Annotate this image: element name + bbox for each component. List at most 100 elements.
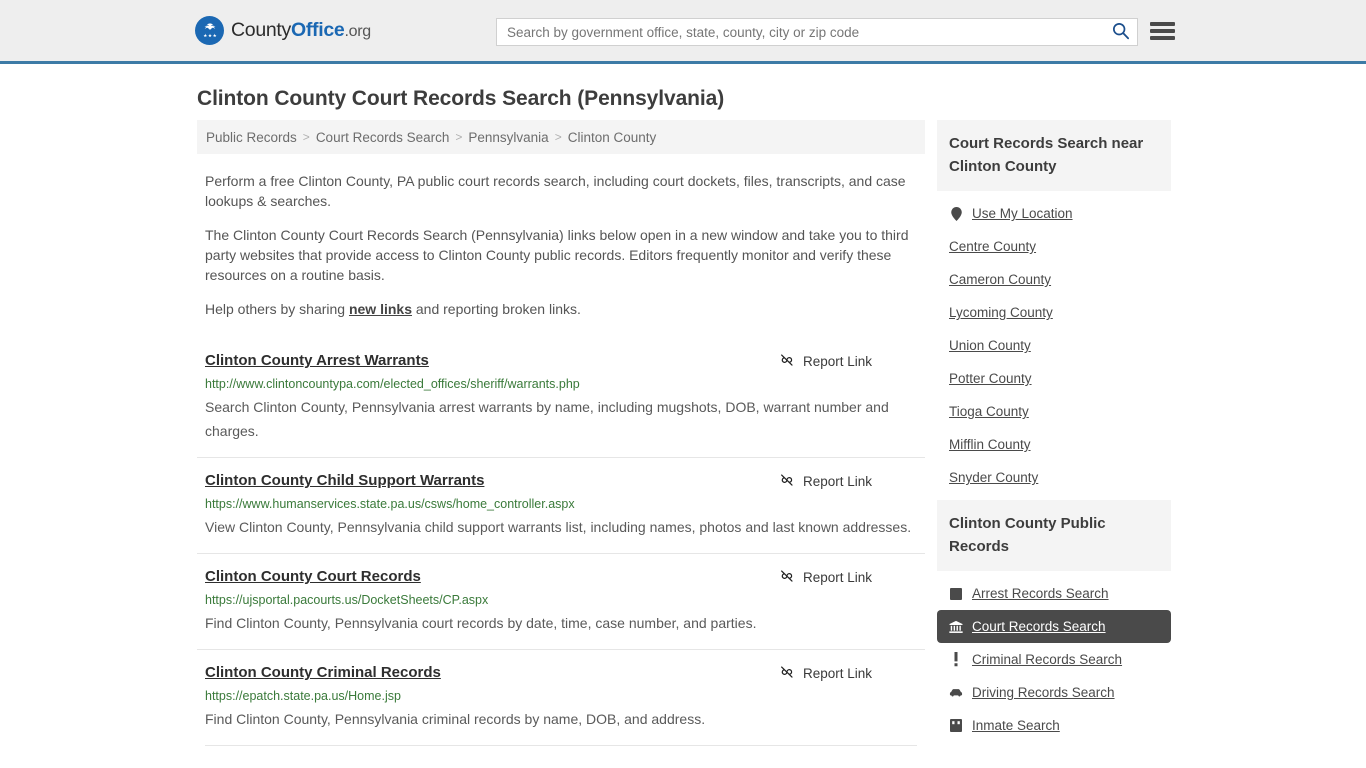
- result-title-link[interactable]: Clinton County Criminal Records: [205, 663, 441, 682]
- hamburger-menu-icon[interactable]: [1150, 20, 1175, 42]
- sidebar-item-lycoming-county[interactable]: Lycoming County: [937, 296, 1171, 329]
- sidebar-item-label: Mifflin County: [949, 437, 1031, 452]
- nearby-panel-list: Use My Location Centre County Cameron Co…: [937, 191, 1171, 494]
- sidebar-item-tioga-county[interactable]: Tioga County: [937, 395, 1171, 428]
- public-records-panel-list: Arrest Records Search Court Records Sear…: [937, 571, 1171, 742]
- report-link-label: Report Link: [802, 570, 872, 585]
- eagle-shield-icon: [195, 16, 224, 45]
- sidebar-item-union-county[interactable]: Union County: [937, 329, 1171, 362]
- report-link-label: Report Link: [802, 474, 872, 489]
- result-description: View Clinton County, Pennsylvania child …: [205, 519, 912, 535]
- result-item: Clinton County Arrest Warrants Report Li…: [197, 341, 925, 457]
- public-records-panel-heading: Clinton County Public Records: [937, 500, 1171, 571]
- report-link-label: Report Link: [802, 354, 872, 369]
- sidebar-item-label: Tioga County: [949, 404, 1029, 419]
- result-item: Clinton County Court Records Report Link…: [197, 553, 925, 649]
- sidebar-item-label: Lycoming County: [949, 305, 1053, 320]
- result-description: Find Clinton County, Pennsylvania crimin…: [205, 711, 706, 727]
- hamburger-bar-1: [1150, 22, 1175, 26]
- result-header: Clinton County Child Support Warrants Re…: [205, 471, 917, 491]
- intro-section: Perform a free Clinton County, PA public…: [197, 171, 925, 319]
- breadcrumb-item-public-records[interactable]: Public Records: [206, 130, 297, 145]
- intro-paragraph-3: Help others by sharing new links and rep…: [205, 299, 917, 319]
- nearby-panel-heading: Court Records Search near Clinton County: [937, 120, 1171, 191]
- map-pin-icon: [949, 206, 963, 221]
- broken-link-icon: [779, 664, 795, 683]
- breadcrumb-separator-2: >: [455, 130, 463, 144]
- car-icon: [949, 686, 963, 700]
- sidebar-item-court-records-search[interactable]: Court Records Search: [937, 610, 1171, 643]
- sidebar-item-label: Potter County: [949, 371, 1032, 386]
- sidebar-item-label: Inmate Search: [972, 718, 1060, 733]
- sidebar-item-arrest-records-search[interactable]: Arrest Records Search: [937, 577, 1171, 610]
- sidebar-item-label: Cameron County: [949, 272, 1052, 287]
- hamburger-bar-2: [1150, 29, 1175, 33]
- results-list: Clinton County Arrest Warrants Report Li…: [197, 341, 925, 746]
- site-logo-text: CountyOffice.org: [231, 19, 371, 42]
- logo-text-org: .org: [344, 23, 371, 40]
- breadcrumb-separator-1: >: [302, 130, 310, 144]
- report-link-button[interactable]: Report Link: [779, 352, 872, 371]
- page-title: Clinton County Court Records Search (Pen…: [197, 87, 725, 110]
- intro-paragraph-1: Perform a free Clinton County, PA public…: [205, 173, 906, 209]
- sidebar-item-inmate-search[interactable]: Inmate Search: [937, 709, 1171, 742]
- sidebar-item-potter-county[interactable]: Potter County: [937, 362, 1171, 395]
- sidebar-item-label: Centre County: [949, 239, 1037, 254]
- sidebar-item-mifflin-county[interactable]: Mifflin County: [937, 428, 1171, 461]
- sidebar-item-snyder-county[interactable]: Snyder County: [937, 461, 1171, 494]
- search-input[interactable]: [497, 19, 1103, 45]
- result-header: Clinton County Court Records Report Link: [205, 567, 917, 587]
- exclamation-icon: [949, 652, 963, 667]
- result-header: Clinton County Criminal Records Report L…: [205, 663, 917, 683]
- result-item: Clinton County Criminal Records Report L…: [197, 649, 925, 745]
- sidebar: Court Records Search near Clinton County…: [937, 120, 1171, 748]
- result-description: Find Clinton County, Pennsylvania court …: [205, 615, 757, 631]
- intro-paragraph-2: The Clinton County Court Records Search …: [205, 227, 909, 283]
- sidebar-item-driving-records-search[interactable]: Driving Records Search: [937, 676, 1171, 709]
- result-url: https://epatch.state.pa.us/Home.jsp: [205, 689, 401, 703]
- report-link-button[interactable]: Report Link: [779, 472, 872, 491]
- sidebar-item-label: Use My Location: [972, 206, 1073, 221]
- nearby-counties-panel: Court Records Search near Clinton County…: [937, 120, 1171, 494]
- report-link-button[interactable]: Report Link: [779, 664, 872, 683]
- result-url: https://ujsportal.pacourts.us/DocketShee…: [205, 593, 489, 607]
- courthouse-icon: [949, 620, 963, 634]
- result-title-link[interactable]: Clinton County Arrest Warrants: [205, 351, 429, 370]
- sidebar-item-label: Court Records Search: [972, 619, 1106, 634]
- sidebar-item-cameron-county[interactable]: Cameron County: [937, 263, 1171, 296]
- site-logo[interactable]: CountyOffice.org: [195, 16, 371, 45]
- sidebar-item-centre-county[interactable]: Centre County: [937, 230, 1171, 263]
- result-header: Clinton County Arrest Warrants Report Li…: [205, 351, 917, 371]
- broken-link-icon: [779, 352, 795, 371]
- new-links-link[interactable]: new links: [349, 301, 412, 317]
- result-description: Search Clinton County, Pennsylvania arre…: [205, 399, 889, 439]
- result-title-link[interactable]: Clinton County Child Support Warrants: [205, 471, 484, 490]
- result-title-link[interactable]: Clinton County Court Records: [205, 567, 421, 586]
- fingerprint-icon: [949, 587, 963, 601]
- main-content-column: Public Records > Court Records Search > …: [197, 120, 925, 746]
- broken-link-icon: [779, 568, 795, 587]
- result-item: Clinton County Child Support Warrants Re…: [197, 457, 925, 553]
- report-link-button[interactable]: Report Link: [779, 568, 872, 587]
- intro-p3-after: and reporting broken links.: [412, 301, 581, 317]
- sidebar-item-label: Arrest Records Search: [972, 586, 1109, 601]
- sidebar-item-label: Union County: [949, 338, 1031, 353]
- inmate-icon: [949, 719, 963, 733]
- breadcrumb-item-pennsylvania[interactable]: Pennsylvania: [468, 130, 548, 145]
- sidebar-item-use-my-location[interactable]: Use My Location: [937, 197, 1171, 230]
- public-records-panel: Clinton County Public Records Arrest Rec…: [937, 500, 1171, 742]
- report-link-label: Report Link: [802, 666, 872, 681]
- breadcrumb: Public Records > Court Records Search > …: [197, 120, 925, 154]
- search-bar[interactable]: [496, 18, 1138, 46]
- breadcrumb-item-clinton-county[interactable]: Clinton County: [568, 130, 657, 145]
- logo-text-office: Office: [291, 19, 345, 41]
- logo-text-county: County: [231, 19, 291, 41]
- sidebar-item-criminal-records-search[interactable]: Criminal Records Search: [937, 643, 1171, 676]
- breadcrumb-item-court-records-search[interactable]: Court Records Search: [316, 130, 450, 145]
- sidebar-item-label: Driving Records Search: [972, 685, 1115, 700]
- intro-p3-before: Help others by sharing: [205, 301, 349, 317]
- search-button[interactable]: [1103, 19, 1137, 45]
- broken-link-icon: [779, 472, 795, 491]
- search-icon: [1111, 21, 1130, 43]
- result-url: http://www.clintoncountypa.com/elected_o…: [205, 377, 580, 391]
